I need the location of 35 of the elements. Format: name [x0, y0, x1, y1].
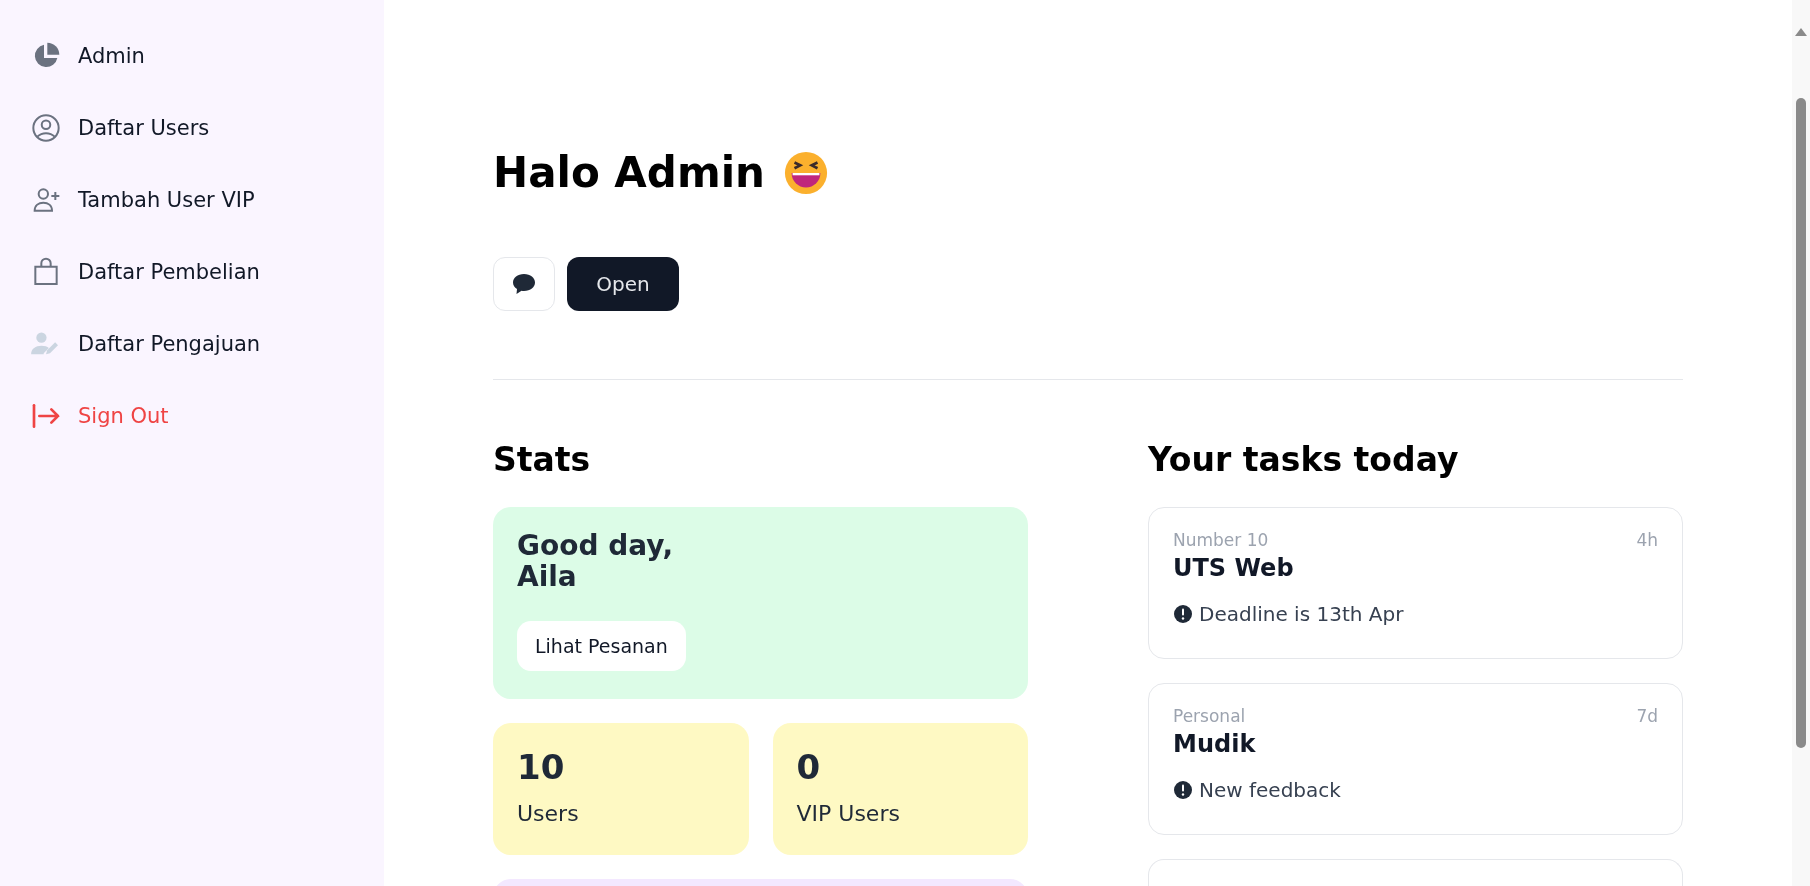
task-card[interactable]: Personal 7d Mudik New feedback [1148, 683, 1683, 835]
stat-value: 0 [796, 747, 822, 787]
task-card[interactable]: Number 10 4h UTS Web Deadline is 13th Apr [1148, 507, 1683, 659]
sidebar-item[interactable]: Daftar Users [30, 92, 218, 164]
task-time: 4h [1636, 530, 1658, 550]
sidebar-item[interactable]: Daftar Pengajuan [30, 308, 269, 380]
page-title: Halo Admin [493, 148, 765, 197]
scrollbar[interactable] [1792, 0, 1810, 886]
task-category: Number 10 [1173, 530, 1269, 550]
task-note: New feedback [1199, 778, 1341, 802]
sidebar-item[interactable]: Daftar Pembelian [30, 236, 268, 308]
stat-value: 10 [517, 747, 566, 787]
task-title: UTS Web [1173, 554, 1295, 582]
section-heading: Your tasks today [1148, 440, 1460, 479]
section-heading: Stats [493, 440, 592, 479]
task-time: 7d [1636, 706, 1658, 726]
stat-label: Users [517, 801, 580, 826]
sidebar-item[interactable]: Tambah User VIP [30, 164, 263, 236]
laughing-emoji-icon [783, 149, 829, 196]
greeting-text: Good day, Aila [517, 531, 675, 593]
exclamation-icon [1173, 604, 1193, 624]
task-title: Mudik [1173, 730, 1257, 758]
open-button[interactable]: Open [567, 257, 679, 311]
sidebar-item[interactable]: Admin [30, 20, 153, 92]
speech-bubble-icon [512, 273, 536, 295]
scrollbar-thumb[interactable] [1796, 98, 1806, 748]
user-circle-icon [30, 112, 62, 144]
scroll-up-icon [1795, 28, 1807, 36]
sidebar-item[interactable]: Sign Out [30, 380, 177, 452]
view-messages-button[interactable]: Lihat Pesanan [517, 620, 686, 671]
task-note: Deadline is 13th Apr [1199, 602, 1404, 626]
task-category: Personal [1173, 706, 1246, 726]
chat-button[interactable] [493, 257, 555, 311]
exclamation-icon [1173, 780, 1193, 800]
stat-label: VIP Users [796, 801, 901, 826]
